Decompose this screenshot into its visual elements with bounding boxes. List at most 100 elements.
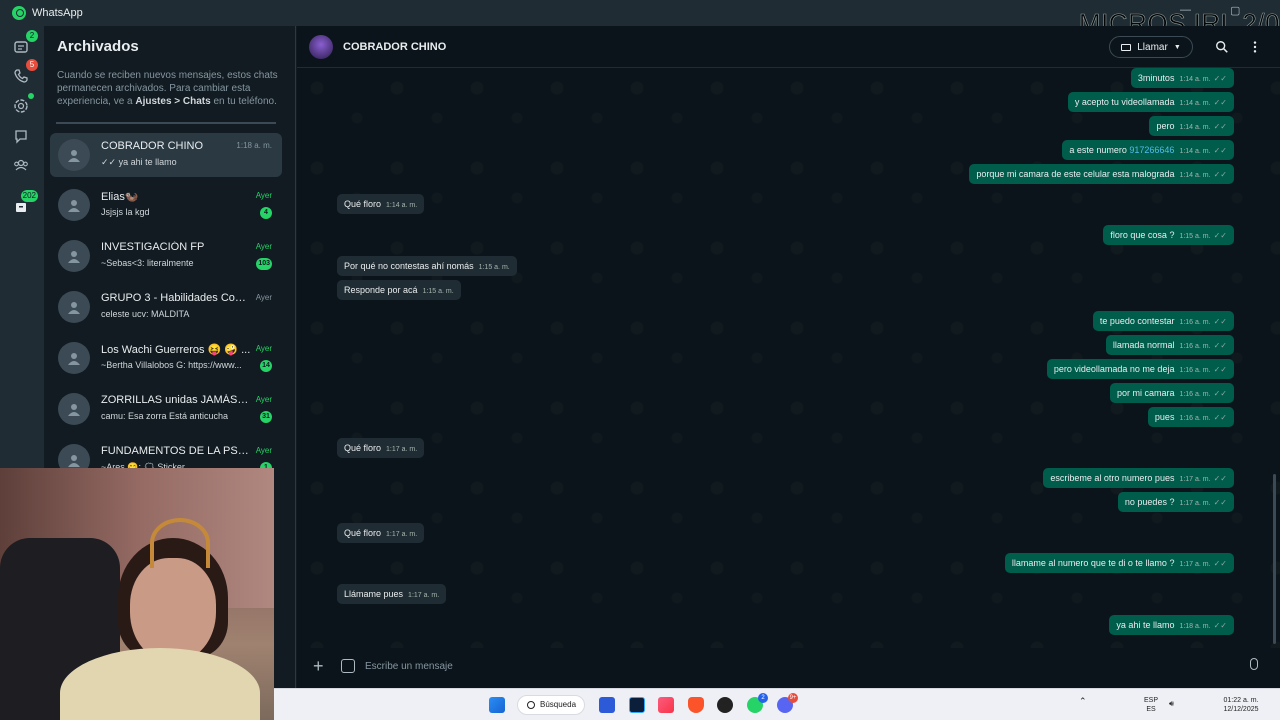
unread-badge: 14 <box>260 360 272 372</box>
outgoing-message[interactable]: por mi camara 1:16 a. m. ✓✓ <box>1109 383 1234 403</box>
chat-list-item[interactable]: Elias🦦 Ayer Jsjsjs la kgd 4 <box>50 183 282 227</box>
app-icon[interactable] <box>717 697 733 713</box>
channels-nav-button[interactable] <box>10 125 32 147</box>
outgoing-message[interactable]: llamame al numero que te di o te llamo ?… <box>1004 553 1234 573</box>
discord-icon[interactable]: 9+ <box>777 693 798 713</box>
outgoing-message[interactable]: 3minutos 1:14 a. m. ✓✓ <box>1130 68 1234 88</box>
incoming-message[interactable]: Llámame pues 1:17 a. m. <box>337 584 447 604</box>
outgoing-message[interactable]: pero 1:14 a. m. ✓✓ <box>1149 116 1234 136</box>
chat-list-item[interactable]: INVESTIGACIÓN FP Ayer ~Sebas<3: literalm… <box>50 234 282 278</box>
status-nav-button[interactable] <box>10 93 34 117</box>
unread-badge: 4 <box>260 207 272 219</box>
message-list[interactable]: 3minutos 1:14 a. m. ✓✓ y acepto tu videolla… <box>297 68 1280 648</box>
message-time: 1:14 a. m. <box>1179 172 1211 179</box>
outgoing-message[interactable]: floro que cosa ? 1:15 a. m. ✓✓ <box>1103 225 1234 245</box>
chat-list-item[interactable]: Los Wachi Guerreros 😝 🤪 ... Ayer ~Bertha… <box>50 336 282 380</box>
search-icon[interactable] <box>1214 39 1230 55</box>
archived-nav-button[interactable]: 202 <box>10 190 38 218</box>
whatsapp-taskbar-icon[interactable]: 2 <box>747 693 768 713</box>
chat-avatar <box>58 342 90 374</box>
calls-badge: 5 <box>26 59 38 71</box>
chat-list-item[interactable]: ZORRILLAS unidas JAMÁS ser... Ayer camu:… <box>50 387 282 431</box>
read-receipt-icon: ✓✓ <box>1213 474 1227 483</box>
read-receipt-icon: ✓✓ <box>1213 365 1227 374</box>
incoming-message[interactable]: Qué floro 1:14 a. m. <box>337 194 425 214</box>
status-icon <box>14 99 28 113</box>
chat-preview: ✓✓ ya ahi te llamo <box>101 157 177 167</box>
store-icon[interactable] <box>599 697 615 713</box>
message-text: escribeme al otro numero pues <box>1050 473 1175 483</box>
outgoing-message[interactable]: pero videollamada no me deja 1:16 a. m. ✓✓ <box>1046 359 1234 379</box>
chat-name: FUNDAMENTOS DE LA PSICO... <box>101 445 251 457</box>
message-text: llamada normal <box>1112 340 1175 350</box>
message-time: 1:16 a. m. <box>1179 319 1211 326</box>
chats-badge: 2 <box>26 30 38 42</box>
clock[interactable]: 01:22 a. m. 12/12/2025 <box>1214 696 1268 714</box>
read-receipt-icon: ✓✓ <box>1213 389 1227 398</box>
read-receipt-icon: ✓✓ <box>1213 621 1227 630</box>
message-time: 1:15 a. m. <box>478 264 510 271</box>
chat-preview: ~Bertha Villalobos G: https://www... <box>101 360 242 370</box>
outgoing-message[interactable]: no puedes ? 1:17 a. m. ✓✓ <box>1117 492 1234 512</box>
message-text: Qué floro <box>344 199 382 209</box>
menu-dots-icon[interactable] <box>1247 39 1263 55</box>
outgoing-message[interactable]: escribeme al otro numero pues 1:17 a. m. ✓… <box>1043 468 1234 488</box>
attach-plus-icon[interactable]: + <box>313 656 324 677</box>
app-title: WhatsApp <box>32 7 83 19</box>
call-button[interactable]: Llamar ▼ <box>1109 36 1193 58</box>
brave-icon[interactable] <box>688 697 704 713</box>
photoshop-icon[interactable] <box>629 697 645 713</box>
message-time: 1:14 a. m. <box>1179 124 1211 131</box>
taskbar-search[interactable]: Búsqueda <box>517 695 585 715</box>
outgoing-message[interactable]: y acepto tu videollamada 1:14 a. m. ✓✓ <box>1067 92 1234 112</box>
contact-avatar[interactable] <box>309 35 333 59</box>
message-time: 1:14 a. m. <box>1179 148 1211 155</box>
webcam-overlay <box>0 468 274 720</box>
outgoing-message[interactable]: llamada normal 1:16 a. m. ✓✓ <box>1105 335 1234 355</box>
scrollbar[interactable] <box>1273 474 1276 644</box>
chats-icon <box>14 41 28 53</box>
phone-icon <box>14 69 28 83</box>
outgoing-message[interactable]: porque mi camara de este celular esta ma… <box>969 164 1234 184</box>
sticker-icon[interactable] <box>341 659 355 673</box>
windows-start-icon[interactable] <box>489 697 505 713</box>
message-time: 1:17 a. m. <box>386 446 418 453</box>
calls-nav-button[interactable]: 5 <box>10 59 38 87</box>
chevron-down-icon: ▼ <box>1173 43 1181 51</box>
read-receipt-icon: ✓✓ <box>1213 122 1227 131</box>
music-icon[interactable] <box>658 697 674 713</box>
language-indicator[interactable]: ESP ES <box>1144 696 1158 714</box>
read-receipt-icon: ✓✓ <box>1213 341 1227 350</box>
communities-nav-button[interactable] <box>10 154 32 176</box>
chat-time: Ayer <box>255 395 272 404</box>
incoming-message[interactable]: Responde por acá 1:15 a. m. <box>337 280 461 300</box>
incoming-message[interactable]: Qué floro 1:17 a. m. <box>337 438 425 458</box>
taskbar: Búsqueda 2 9+ ⌃ ESP ES 🔊︎ 01:22 a. m. 12/1… <box>274 688 1280 720</box>
message-input[interactable]: Escribe un mensaje <box>363 654 1233 680</box>
outgoing-message[interactable]: te puedo contestar 1:16 a. m. ✓✓ <box>1092 311 1234 331</box>
microphone-icon[interactable] <box>1250 658 1258 670</box>
tray-chevron-icon[interactable]: ⌃ <box>1079 697 1087 706</box>
chats-nav-button[interactable]: 2 <box>10 30 38 58</box>
message-text: llamame al numero que te di o te llamo ? <box>1011 558 1175 568</box>
chat-time: 1:18 a. m. <box>236 141 272 150</box>
outgoing-message[interactable]: pues 1:16 a. m. ✓✓ <box>1147 407 1234 427</box>
read-receipt-icon: ✓✓ <box>1213 74 1227 83</box>
incoming-message[interactable]: Por qué no contestas ahí nomás 1:15 a. m. <box>337 256 517 276</box>
message-time: 1:16 a. m. <box>1179 415 1211 422</box>
conversation-header[interactable]: COBRADOR CHINO Llamar ▼ <box>297 26 1280 68</box>
contact-name[interactable]: COBRADOR CHINO <box>343 41 446 53</box>
panel-title: Archivados <box>57 38 139 55</box>
chat-list-item[interactable]: GRUPO 3 - Habilidades Comu... Ayer celes… <box>50 285 282 329</box>
message-text: pues <box>1154 412 1175 422</box>
incoming-message[interactable]: Qué floro 1:17 a. m. <box>337 523 425 543</box>
speaker-icon[interactable]: 🔊︎ <box>1169 699 1174 708</box>
chat-list-item[interactable]: COBRADOR CHINO 1:18 a. m. ✓✓ ya ahi te l… <box>50 133 282 177</box>
outgoing-message[interactable]: a este numero 917266646 1:14 a. m. ✓✓ <box>1062 140 1234 160</box>
chat-avatar <box>58 240 90 272</box>
read-receipt-icon: ✓✓ <box>1213 146 1227 155</box>
outgoing-message[interactable]: ya ahi te llamo 1:18 a. m. ✓✓ <box>1109 615 1234 635</box>
message-text: porque mi camara de este celular esta ma… <box>976 169 1175 179</box>
phone-link[interactable]: 917266646 <box>1129 145 1174 155</box>
message-time: 1:14 a. m. <box>1179 100 1211 107</box>
